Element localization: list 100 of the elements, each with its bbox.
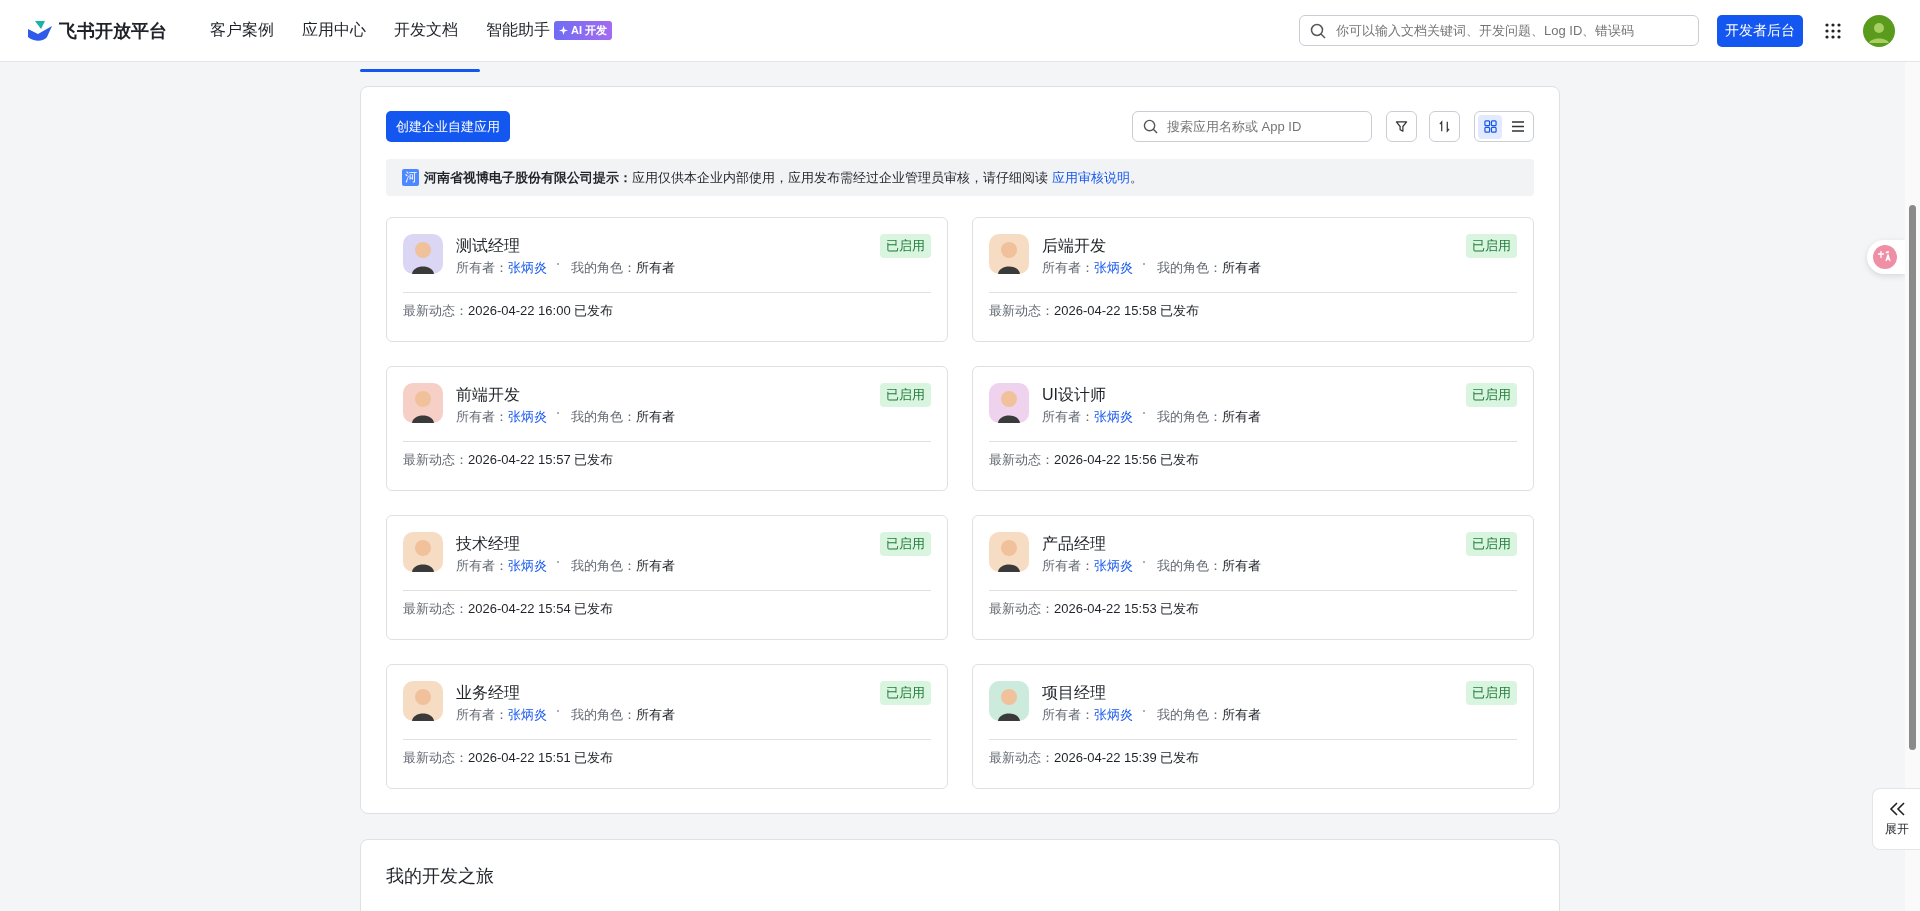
role-label: 我的角色： [1157, 706, 1222, 724]
status-tag: 已启用 [1466, 383, 1517, 407]
role-label: 我的角色： [571, 408, 636, 426]
status-tag: 已启用 [880, 532, 931, 556]
app-name: 产品经理 [1042, 534, 1107, 554]
role-value: 所有者 [1222, 259, 1261, 277]
company-icon: 河 [402, 169, 419, 186]
filter-icon [1395, 120, 1408, 133]
app-card[interactable]: 后端开发 所有者：张炳炎 我的角色：所有者 已启用 最新动态：2026-04-22 15:58 已发布 [972, 217, 1534, 342]
owner-link[interactable]: 张炳炎 [508, 259, 547, 277]
owner-label: 所有者： [456, 408, 508, 426]
activity-value: 2026-04-22 16:00 已发布 [468, 302, 614, 320]
double-chevron-icon [1887, 800, 1906, 817]
owner-link[interactable]: 张炳炎 [1094, 259, 1133, 277]
app-card[interactable]: 业务经理 所有者：张炳炎 我的角色：所有者 已启用 最新动态：2026-04-22 15:51 已发布 [386, 664, 948, 789]
app-grid-icon[interactable] [1825, 22, 1841, 39]
activity-label: 最新动态： [403, 451, 468, 469]
owner-label: 所有者： [1042, 706, 1094, 724]
activity-label: 最新动态： [989, 749, 1054, 767]
notice-text: 河南省视博电子股份有限公司提示：应用仅供本企业内部使用，应用发布需经过企业管理员审核，请仔细阅读 应用审核说明。 [424, 168, 1143, 187]
ai-badge: AI 开发 [554, 21, 613, 40]
activity-value: 2026-04-22 15:56 已发布 [1054, 451, 1200, 469]
owner-link[interactable]: 张炳炎 [1094, 557, 1133, 575]
grid-icon [1483, 120, 1497, 133]
owner-label: 所有者： [456, 706, 508, 724]
app-card[interactable]: 前端开发 所有者：张炳炎 我的角色：所有者 已启用 最新动态：2026-04-22 15:57 已发布 [386, 366, 948, 491]
owner-link[interactable]: 张炳炎 [508, 557, 547, 575]
app-card[interactable]: 项目经理 所有者：张炳炎 我的角色：所有者 已启用 最新动态：2026-04-22 15:39 已发布 [972, 664, 1534, 789]
app-name: 技术经理 [456, 534, 521, 554]
developer-console-button[interactable]: 开发者后台 [1717, 14, 1803, 47]
app-name: 前端开发 [456, 385, 521, 405]
expand-button[interactable]: 展开 [1872, 788, 1920, 850]
activity-label: 最新动态： [989, 600, 1054, 618]
activity-value: 2026-04-22 15:54 已发布 [468, 600, 614, 618]
role-value: 所有者 [1222, 557, 1261, 575]
section-title: 我的开发之旅 [386, 865, 495, 888]
list-icon [1511, 120, 1525, 133]
role-label: 我的角色： [1157, 557, 1222, 575]
owner-label: 所有者： [456, 557, 508, 575]
role-value: 所有者 [636, 408, 675, 426]
nav-link[interactable]: 应用中心 [302, 20, 366, 41]
create-app-button[interactable]: 创建企业自建应用 [386, 111, 510, 142]
owner-label: 所有者： [1042, 557, 1094, 575]
app-card[interactable]: 技术经理 所有者：张炳炎 我的角色：所有者 已启用 最新动态：2026-04-22 15:54 已发布 [386, 515, 948, 640]
filter-button[interactable] [1386, 111, 1417, 142]
role-value: 所有者 [1222, 408, 1261, 426]
activity-value: 2026-04-22 15:51 已发布 [468, 749, 614, 767]
role-value: 所有者 [636, 259, 675, 277]
status-tag: 已启用 [1466, 532, 1517, 556]
activity-label: 最新动态： [403, 600, 468, 618]
sparkle-icon [559, 26, 568, 35]
app-name: 业务经理 [456, 683, 521, 703]
role-label: 我的角色： [571, 259, 636, 277]
activity-label: 最新动态： [989, 451, 1054, 469]
activity-value: 2026-04-22 15:57 已发布 [468, 451, 614, 469]
user-avatar[interactable] [1863, 14, 1895, 47]
app-name: 测试经理 [456, 236, 521, 256]
owner-link[interactable]: 张炳炎 [1094, 408, 1133, 426]
status-tag: 已启用 [1466, 234, 1517, 258]
owner-link[interactable]: 张炳炎 [508, 706, 547, 724]
app-search-field[interactable]: 搜索应用名称或 App ID [1132, 111, 1372, 142]
app-card[interactable]: 产品经理 所有者：张炳炎 我的角色：所有者 已启用 最新动态：2026-04-22 15:53 已发布 [972, 515, 1534, 640]
status-tag: 已启用 [880, 383, 931, 407]
owner-label: 所有者： [1042, 408, 1094, 426]
role-value: 所有者 [636, 557, 675, 575]
activity-value: 2026-04-22 15:39 已发布 [1054, 749, 1200, 767]
sort-button[interactable] [1429, 111, 1460, 142]
role-label: 我的角色： [1157, 408, 1222, 426]
activity-value: 2026-04-22 15:58 已发布 [1054, 302, 1200, 320]
role-value: 所有者 [636, 706, 675, 724]
app-card[interactable]: UI设计师 所有者：张炳炎 我的角色：所有者 已启用 最新动态：2026-04-22 15:56 已发布 [972, 366, 1534, 491]
owner-label: 所有者： [456, 259, 508, 277]
owner-link[interactable]: 张炳炎 [508, 408, 547, 426]
logo-text[interactable]: 飞书开放平台 [59, 18, 167, 43]
activity-value: 2026-04-22 15:53 已发布 [1054, 600, 1200, 618]
nav-link[interactable]: 智能助手 AI 开发 [486, 20, 613, 41]
review-guide-link[interactable]: 应用审核说明 [1051, 169, 1130, 185]
activity-label: 最新动态： [403, 302, 468, 320]
nav-link[interactable]: 客户案例 [210, 20, 274, 41]
logo-icon[interactable] [27, 19, 53, 42]
role-label: 我的角色： [1157, 259, 1222, 277]
role-label: 我的角色： [571, 557, 636, 575]
nav-link[interactable]: 开发文档 [394, 20, 458, 41]
search-field[interactable]: 你可以输入文档关键词、开发问题、Log ID、错误码 [1299, 15, 1699, 46]
role-value: 所有者 [1222, 706, 1261, 724]
app-card[interactable]: 测试经理 所有者：张炳炎 我的角色：所有者 已启用 最新动态：2026-04-22 16:00 已发布 [386, 217, 948, 342]
app-name: 后端开发 [1042, 236, 1107, 256]
owner-link[interactable]: 张炳炎 [1094, 706, 1133, 724]
app-name: UI设计师 [1042, 385, 1107, 405]
activity-label: 最新动态： [403, 749, 468, 767]
status-tag: 已启用 [880, 234, 931, 258]
status-tag: 已启用 [880, 681, 931, 705]
activity-label: 最新动态： [989, 302, 1054, 320]
search-icon [1310, 22, 1326, 39]
role-label: 我的角色： [571, 706, 636, 724]
status-tag: 已启用 [1466, 681, 1517, 705]
sort-icon [1438, 120, 1451, 133]
owner-label: 所有者： [1042, 259, 1094, 277]
app-name: 项目经理 [1042, 683, 1107, 703]
grid-view-button[interactable] [1478, 114, 1502, 139]
